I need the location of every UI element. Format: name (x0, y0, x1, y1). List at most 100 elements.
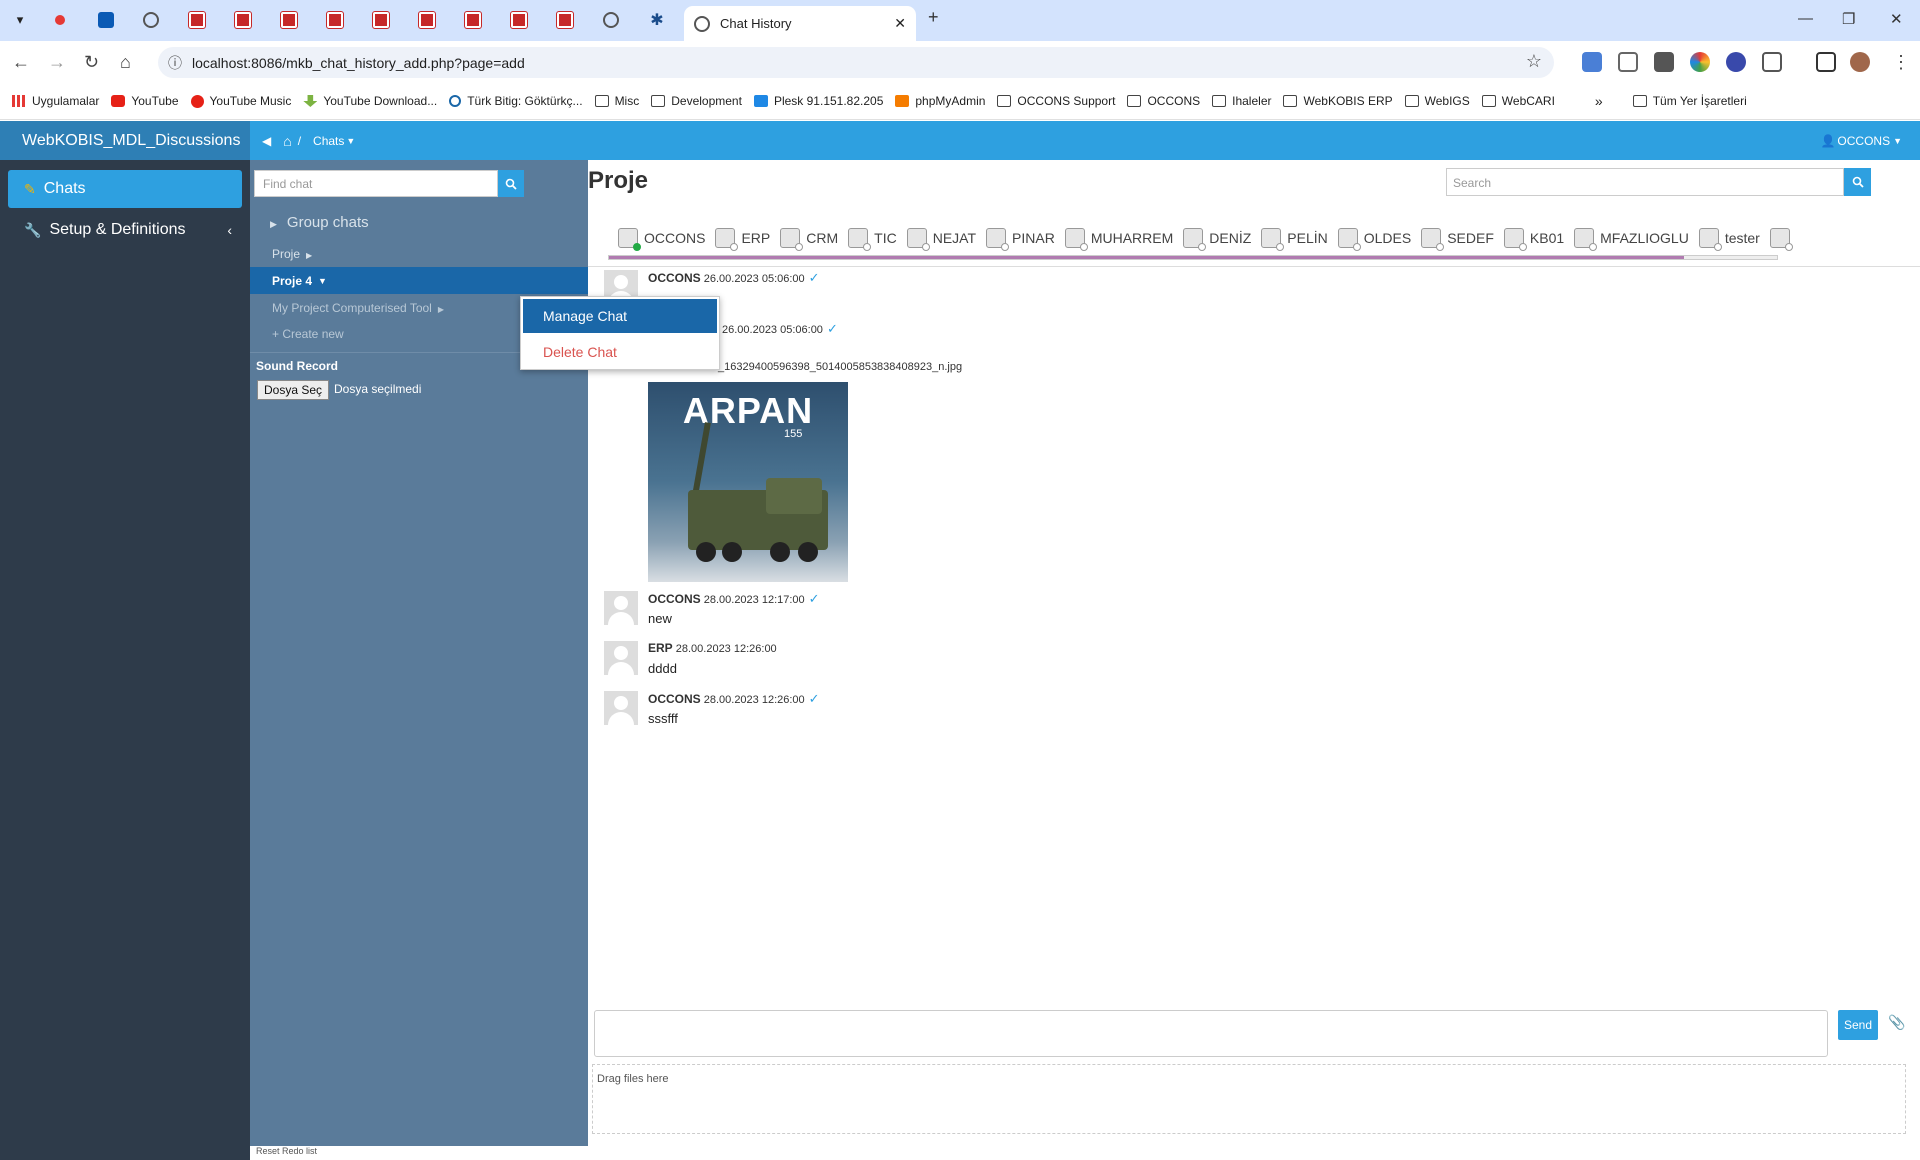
side-panel-icon[interactable] (1816, 52, 1836, 72)
app-tab-icon[interactable] (551, 8, 579, 32)
close-tab-icon[interactable]: ✕ (894, 15, 906, 32)
bookmark-folder[interactable]: Ihaleler (1212, 94, 1271, 108)
message-input[interactable] (594, 1010, 1828, 1057)
sidebar-item-setup[interactable]: 🔧 Setup & Definitions ‹ (8, 211, 242, 249)
recycle-extension-icon[interactable] (1618, 52, 1638, 72)
offline-status-icon (1001, 243, 1010, 251)
attached-image[interactable]: ARPAN 155 (648, 382, 848, 582)
accessibility-tab-icon[interactable]: ✱ (643, 8, 671, 32)
close-window-icon[interactable]: ✕ (1890, 10, 1903, 28)
home-crumb-icon[interactable]: ⌂ (283, 133, 291, 149)
globe-tab-icon[interactable] (137, 8, 165, 32)
member[interactable]: NEJAT (906, 228, 976, 251)
bookmark-folder[interactable]: WebCARI (1481, 94, 1555, 108)
color-extension-icon[interactable] (1690, 52, 1710, 72)
more-bookmarks-button[interactable]: » (1595, 93, 1603, 109)
profile-avatar[interactable] (1850, 52, 1870, 72)
paperclip-icon[interactable]: 📎 (1888, 1014, 1905, 1031)
app-tab-icon[interactable] (275, 8, 303, 32)
back-icon[interactable]: ← (12, 52, 30, 73)
link-extension-icon[interactable] (1726, 52, 1746, 72)
collapse-sidebar-icon[interactable]: ◀ (262, 134, 271, 148)
address-bar[interactable]: ⓘ localhost:8086/mkb_chat_history_add.ph… (158, 47, 1554, 78)
app-tab-icon[interactable] (367, 8, 395, 32)
user-avatar-icon (1337, 228, 1361, 251)
forward-icon[interactable]: → (48, 52, 66, 73)
avatar (604, 591, 638, 625)
delete-chat-menu-item[interactable]: Delete Chat (523, 335, 717, 369)
app-tab-icon[interactable] (229, 8, 257, 32)
bookmark-item[interactable]: YouTube Music (190, 94, 291, 108)
member[interactable]: MUHARREM (1064, 228, 1173, 251)
app-tab-icon[interactable] (459, 8, 487, 32)
bookmark-folder[interactable]: Misc (594, 94, 639, 108)
send-button[interactable]: Send (1838, 1010, 1878, 1040)
member[interactable]: OLDES (1337, 228, 1411, 251)
chat-item-project-tool[interactable]: My Project Computerised Tool ▶ (272, 301, 444, 315)
restore-icon[interactable]: ❐ (1842, 10, 1855, 28)
browser-menu-icon[interactable]: ⋮ (1892, 52, 1910, 73)
bookmark-star-icon[interactable]: ☆ (1526, 51, 1542, 72)
tab-list-chevron-icon[interactable]: ▾ (6, 8, 34, 32)
active-tab[interactable]: Chat History ✕ (684, 6, 916, 41)
app-tab-icon[interactable] (321, 8, 349, 32)
avatar (604, 641, 638, 675)
member[interactable]: PINAR (986, 228, 1055, 251)
sidebar-item-chats[interactable]: ✎ Chats (8, 170, 242, 208)
bookmark-folder[interactable]: Development (651, 94, 742, 108)
bookmark-folder[interactable]: OCCONS Support (997, 94, 1115, 108)
bookmark-item[interactable]: Uygulamalar (12, 94, 99, 108)
bookmark-item[interactable]: YouTube Download... (303, 94, 437, 108)
attachment-filename[interactable]: _16329400596398_5014005853838408923_n.jp… (718, 361, 962, 373)
file-drop-zone[interactable]: Drag files here (592, 1064, 1906, 1134)
manage-chat-menu-item[interactable]: Manage Chat (523, 299, 717, 333)
extensions-puzzle-icon[interactable] (1762, 52, 1782, 72)
member[interactable]: ERP (715, 228, 770, 251)
member[interactable]: OCCONS (618, 228, 705, 251)
find-chat-button[interactable] (498, 170, 524, 197)
chat-item-proje[interactable]: Proje ▶ (272, 247, 312, 261)
chat-search-button[interactable] (1844, 168, 1871, 196)
minimize-icon[interactable]: — (1798, 10, 1813, 27)
bookmark-folder[interactable]: WebKOBIS ERP (1283, 94, 1393, 108)
app-brand[interactable]: WebKOBIS_MDL_Discussions (0, 121, 250, 160)
member[interactable]: KB01 (1503, 228, 1564, 251)
member[interactable] (1769, 228, 1796, 251)
bookmark-item[interactable]: YouTube (111, 94, 179, 108)
member[interactable]: MFAZLIOGLU (1574, 228, 1689, 251)
new-tab-button[interactable]: + (928, 7, 939, 28)
find-chat-input[interactable]: Find chat (254, 170, 498, 197)
bookmark-item[interactable]: Plesk 91.151.82.205 (753, 94, 883, 108)
member[interactable]: SEDEF (1421, 228, 1494, 251)
outlook-tab-icon[interactable] (92, 8, 120, 32)
globe-tab-icon[interactable] (597, 8, 625, 32)
app-tab-icon[interactable] (183, 8, 211, 32)
create-new-chat-link[interactable]: + Create new (272, 327, 344, 341)
member[interactable]: TIC (848, 228, 897, 251)
bookmark-item[interactable]: Türk Bitig: Göktürkç... (449, 94, 583, 108)
translate-extension-icon[interactable] (1582, 52, 1602, 72)
member[interactable]: DENİZ (1183, 228, 1251, 251)
bookmark-folder[interactable]: OCCONS (1127, 94, 1200, 108)
all-bookmarks-folder[interactable]: Tüm Yer İşaretleri (1632, 94, 1747, 108)
member[interactable]: PELİN (1261, 228, 1328, 251)
breadcrumb-chats[interactable]: Chats (313, 134, 344, 148)
wheel (770, 542, 790, 562)
choose-file-button[interactable]: Dosya Seç (257, 380, 329, 400)
caret-down-icon[interactable]: ▼ (346, 136, 355, 146)
recording-tab-icon[interactable] (46, 8, 74, 32)
html-extension-icon[interactable] (1654, 52, 1674, 72)
chat-item-proje-4[interactable]: Proje 4 ▼ (250, 267, 588, 294)
member[interactable]: tester (1698, 228, 1760, 251)
site-info-icon[interactable]: ⓘ (168, 53, 182, 73)
group-chats-header[interactable]: ▶ Group chats (270, 214, 369, 231)
member[interactable]: CRM (780, 228, 838, 251)
bookmark-item[interactable]: phpMyAdmin (895, 94, 985, 108)
bookmark-folder[interactable]: WebIGS (1404, 94, 1470, 108)
app-tab-icon[interactable] (505, 8, 533, 32)
user-menu[interactable]: 👤 OCCONS ▼ (1820, 121, 1902, 160)
reload-icon[interactable]: ↻ (84, 52, 99, 73)
home-icon[interactable]: ⌂ (120, 52, 131, 73)
app-tab-icon[interactable] (413, 8, 441, 32)
chat-search-input[interactable]: Search (1446, 168, 1844, 196)
